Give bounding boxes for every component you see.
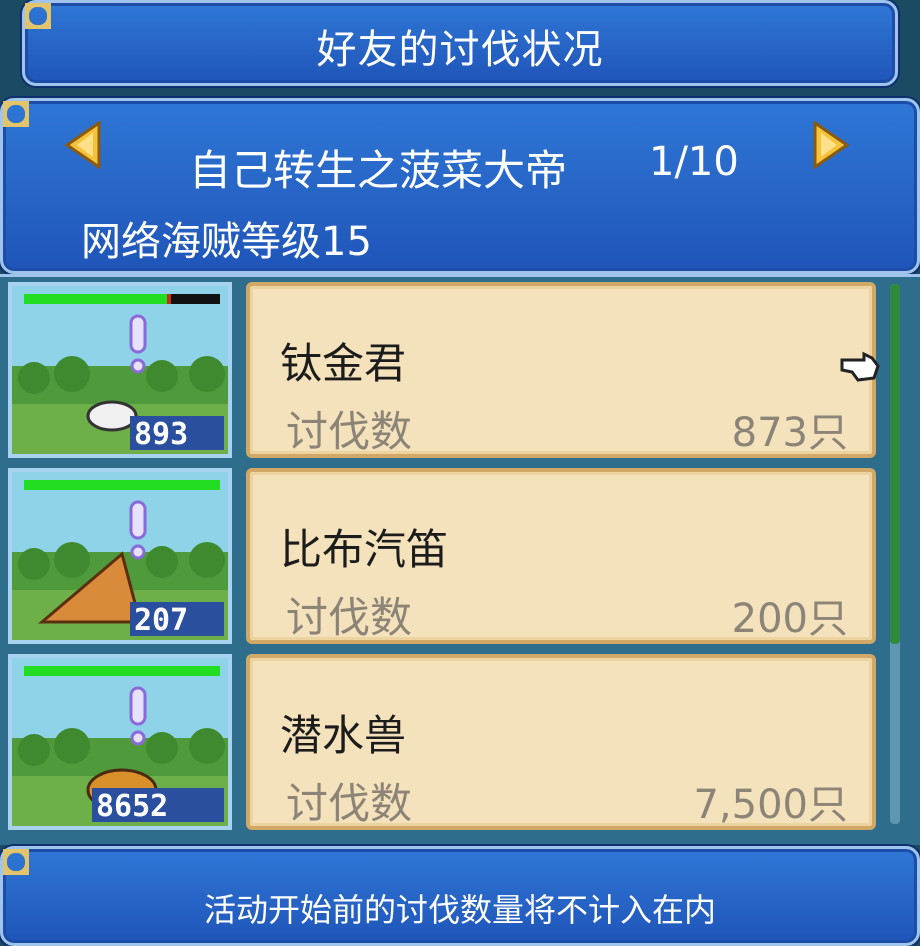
hp-bar-fill [24,480,220,490]
list-item[interactable]: 8652 潜水兽 讨伐数 7,500只 [0,649,880,830]
pirate-level: 网络海贼等级15 [81,219,372,265]
monster-badge: 893 [134,417,188,452]
monster-name: 比布汽笛 [280,525,449,574]
monster-card[interactable]: 潜水兽 讨伐数 7,500只 [246,654,876,830]
arrow-right-icon[interactable] [811,121,851,169]
monster-card[interactable]: 钛金君 讨伐数 873只 [246,282,876,458]
monster-badge: 207 [134,603,188,638]
arrow-left-icon[interactable] [63,121,103,169]
page-title: 好友的讨伐状况 [316,27,604,73]
friend-name: 自己转生之菠菜大帝 [189,146,568,195]
monster-thumbnail: 893 [8,282,232,458]
list-item[interactable]: 893 钛金君 讨伐数 873只 [0,277,880,458]
list-item[interactable]: 207 比布汽笛 讨伐数 200只 [0,463,880,644]
alert-icon [129,686,147,746]
scrollbar-thumb[interactable] [890,284,900,644]
pointer-hand-icon [840,351,880,382]
alert-icon [129,314,147,374]
kill-count-label: 讨伐数 [286,779,413,828]
footer-note: 活动开始前的讨伐数量将不计入在内 [203,891,716,929]
kill-count-value: 7,500只 [693,782,848,828]
title-bar: 好友的讨伐状况 [22,0,898,86]
page-indicator: 1/10 [649,139,739,185]
alert-icon [129,500,147,560]
monster-name: 钛金君 [280,339,407,388]
monster-list: 893 钛金君 讨伐数 873只 207 比布汽笛 讨伐数 200只 8652 … [0,274,920,845]
footer-notice: 活动开始前的讨伐数量将不计入在内 [0,846,920,946]
monster-badge: 8652 [96,789,168,824]
hp-bar-fill [24,294,167,304]
hp-bar-fill [24,666,220,676]
monster-thumbnail: 8652 [8,654,232,830]
monster-name: 潜水兽 [280,711,407,760]
kill-count-label: 讨伐数 [286,407,413,456]
friend-header: 自己转生之菠菜大帝 1/10 网络海贼等级15 [0,98,920,274]
kill-count-value: 873只 [731,410,848,456]
kill-count-label: 讨伐数 [286,593,413,642]
kill-count-value: 200只 [731,596,848,642]
monster-card[interactable]: 比布汽笛 讨伐数 200只 [246,468,876,644]
monster-thumbnail: 207 [8,468,232,644]
scrollbar[interactable] [890,284,900,824]
